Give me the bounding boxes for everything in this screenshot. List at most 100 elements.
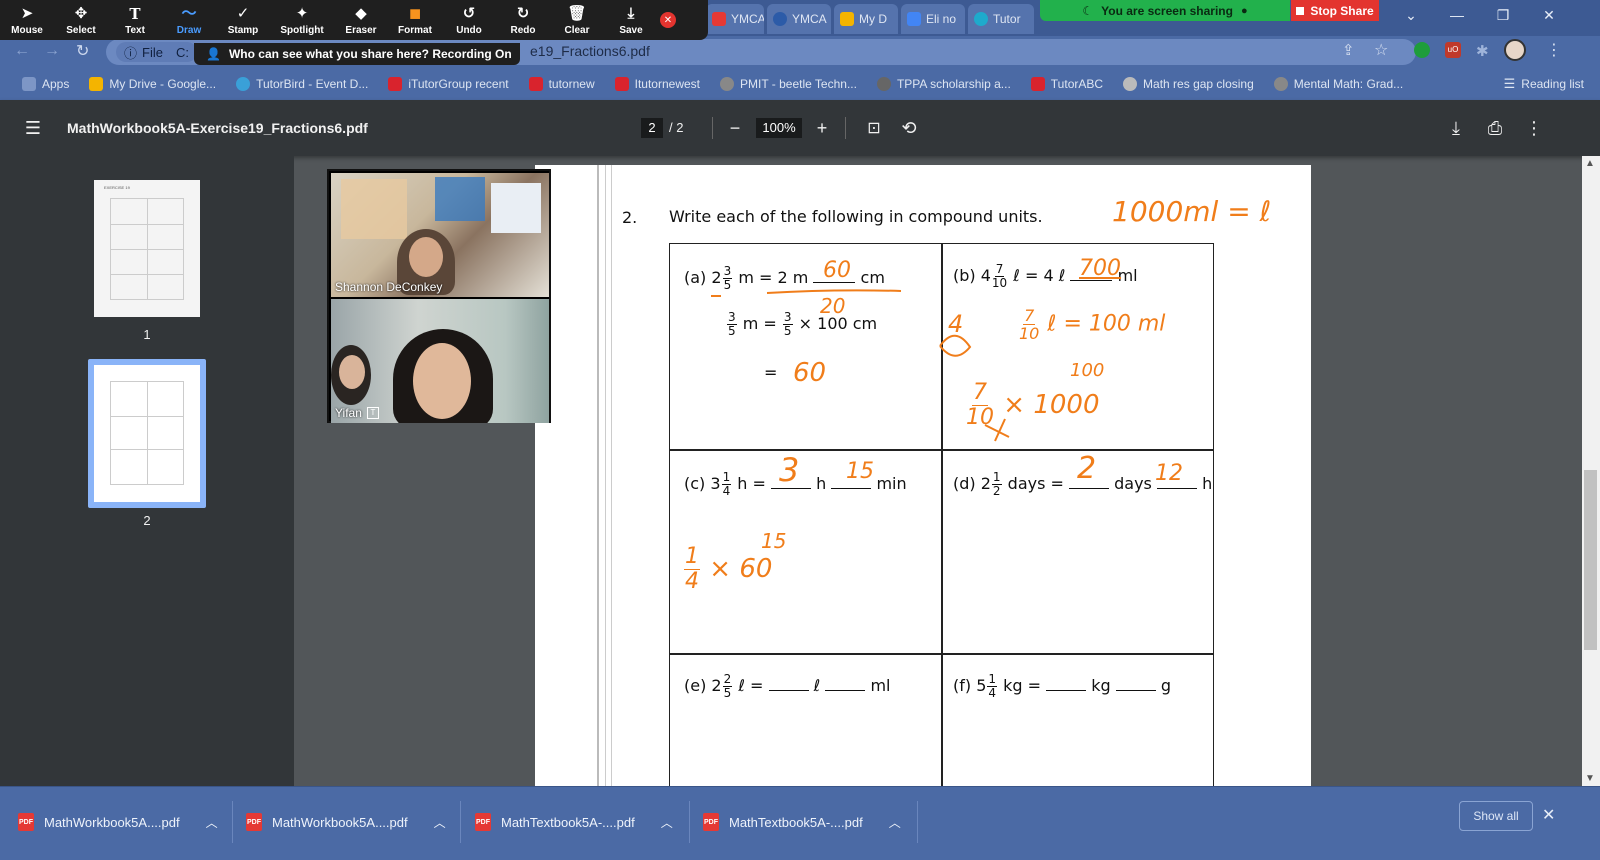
wall-poster	[435, 177, 485, 221]
bookmark-label: Itutornewest	[634, 76, 700, 91]
tool-undo[interactable]: ↺ Undo	[442, 0, 496, 40]
download-divider	[917, 801, 918, 843]
extension-icon[interactable]	[1414, 42, 1430, 58]
browser-tab[interactable]: My D	[834, 4, 898, 34]
close-toolbar-button[interactable]: ✕	[658, 0, 678, 40]
bookmark-item[interactable]: iTutorGroup recent	[378, 76, 518, 91]
toolbar-divider	[712, 117, 713, 139]
bookmark-item[interactable]: My Drive - Google...	[79, 76, 226, 91]
page-thumbnail-1[interactable]: EXERCISE 19	[94, 180, 200, 317]
download-icon[interactable]: ⤓	[1444, 116, 1468, 140]
bookmark-item[interactable]: PMIT - beetle Techn...	[710, 76, 867, 91]
back-icon[interactable]: ←	[14, 42, 30, 60]
globe-icon	[720, 76, 734, 91]
zoom-in-button[interactable]: +	[810, 116, 834, 140]
bookmark-star-icon[interactable]: ☆	[1374, 40, 1388, 60]
tool-spotlight[interactable]: ✦ Spotlight	[270, 0, 334, 40]
download-item[interactable]: PDF MathWorkbook5A....pdf ︿	[246, 807, 446, 837]
profile-avatar[interactable]	[1504, 39, 1526, 61]
tool-label: Clear	[564, 25, 590, 36]
ink-answer-c2: 15	[846, 459, 874, 484]
bookmark-item[interactable]: tutornew	[519, 76, 605, 91]
page-number-input[interactable]: 2	[641, 118, 663, 138]
bookmark-item[interactable]: TPPA scholarship a...	[867, 76, 1021, 91]
scrollbar-thumb[interactable]	[1584, 470, 1597, 650]
who-can-see-banner[interactable]: 👤 Who can see what you share here? Record…	[194, 43, 520, 65]
close-downloads-icon[interactable]: ✕	[1542, 805, 1555, 825]
download-item[interactable]: PDF MathTextbook5A-....pdf ︿	[475, 807, 673, 837]
tool-draw[interactable]: 〜 Draw	[162, 0, 216, 40]
tool-label: Text	[125, 25, 145, 36]
zoom-out-button[interactable]: −	[723, 116, 747, 140]
participant-face	[339, 355, 365, 389]
tool-clear[interactable]: 🗑 Clear	[550, 0, 604, 40]
tool-label: Undo	[456, 25, 482, 36]
tool-stamp[interactable]: ✓ Stamp	[216, 0, 270, 40]
site-info-chip[interactable]: ⓘ File C:	[116, 42, 197, 62]
tool-redo[interactable]: ↻ Redo	[496, 0, 550, 40]
bookmark-item[interactable]: Math res gap closing	[1113, 76, 1264, 91]
menu-kebab-icon[interactable]: ⋮	[1546, 40, 1562, 60]
scroll-up-icon[interactable]: ▲	[1585, 158, 1595, 169]
chevron-up-icon[interactable]: ︿	[434, 814, 446, 831]
cursor-icon: ➤	[20, 5, 34, 22]
close-window-button[interactable]: ✕	[1526, 0, 1572, 30]
browser-tab[interactable]: YMCA	[706, 4, 764, 34]
reload-icon[interactable]: ↻	[76, 41, 89, 61]
bookmark-item[interactable]: Itutornewest	[605, 76, 710, 91]
ink-result-a: 60	[793, 358, 827, 388]
bookmark-item[interactable]: Apps	[12, 76, 79, 91]
tab-search-button[interactable]: ⌄	[1388, 0, 1434, 30]
ublock-icon[interactable]: uO	[1445, 42, 1461, 58]
address-url[interactable]: e19_Fractions6.pdf	[530, 43, 650, 59]
fit-page-icon[interactable]: ⊡	[862, 116, 886, 140]
bookmark-item[interactable]: TutorABC	[1021, 76, 1113, 91]
pdf-icon: PDF	[18, 813, 34, 831]
sharing-status-label: You are screen sharing	[1101, 3, 1233, 18]
file-chip-label: File	[142, 44, 163, 60]
page-thumbnail-2[interactable]	[94, 365, 200, 502]
tool-text[interactable]: T Text	[108, 0, 162, 40]
tool-mouse[interactable]: ➤ Mouse	[0, 0, 54, 40]
chevron-up-icon[interactable]: ︿	[889, 814, 901, 831]
tool-select[interactable]: ✥ Select	[54, 0, 108, 40]
show-all-downloads-button[interactable]: Show all	[1459, 801, 1533, 831]
download-item[interactable]: PDF MathWorkbook5A....pdf ︿	[18, 807, 218, 837]
tab-label: My D	[859, 12, 887, 26]
extensions-puzzle-icon[interactable]: ✱	[1476, 42, 1489, 60]
tool-save[interactable]: ⤓ Save	[604, 0, 658, 40]
tool-label: Format	[398, 25, 432, 36]
share-icon[interactable]: ⇪	[1342, 41, 1355, 59]
bookmark-label: iTutorGroup recent	[408, 76, 509, 91]
stop-share-button[interactable]: Stop Share	[1291, 0, 1379, 21]
browser-tab[interactable]: Tutor	[968, 4, 1034, 34]
tab-favicon-icon	[712, 12, 726, 26]
print-icon[interactable]: ⎙	[1483, 116, 1507, 140]
tool-label: Select	[66, 25, 96, 36]
restore-button[interactable]: ❐	[1480, 0, 1526, 30]
tool-label: Redo	[510, 25, 536, 36]
rotate-icon[interactable]: ⟲	[897, 116, 921, 140]
bookmark-item[interactable]: Mental Math: Grad...	[1264, 76, 1413, 91]
tool-format[interactable]: ■ Format	[388, 0, 442, 40]
menu-hamburger-icon[interactable]: ☰	[21, 116, 45, 140]
browser-tab[interactable]: YMCA	[767, 4, 831, 34]
ink-working-text: × 60	[709, 554, 773, 584]
video-tile[interactable]: Yifan T	[331, 299, 549, 423]
video-panel: Shannon DeConkey Yifan T	[327, 169, 551, 423]
zoom-level-input[interactable]: 100%	[756, 118, 802, 138]
browser-tab[interactable]: Eli no	[901, 4, 965, 34]
minimize-button[interactable]: —	[1434, 0, 1480, 30]
scroll-down-icon[interactable]: ▼	[1585, 773, 1595, 784]
chevron-up-icon[interactable]: ︿	[661, 814, 673, 831]
bookmark-item[interactable]: TutorBird - Event D...	[226, 76, 378, 91]
video-tile[interactable]: Shannon DeConkey	[331, 173, 549, 297]
more-options-icon[interactable]: ⋮	[1522, 116, 1546, 140]
bookmarks-bar: Apps My Drive - Google... TutorBird - Ev…	[0, 67, 1600, 100]
chevron-up-icon[interactable]: ︿	[206, 814, 218, 831]
pdf-filename: MathWorkbook5A-Exercise19_Fractions6.pdf	[67, 120, 368, 136]
forward-icon[interactable]: →	[44, 42, 60, 60]
reading-list-button[interactable]: ☰ Reading list	[1494, 76, 1594, 92]
download-item[interactable]: PDF MathTextbook5A-....pdf ︿	[703, 807, 901, 837]
tool-eraser[interactable]: ◆ Eraser	[334, 0, 388, 40]
